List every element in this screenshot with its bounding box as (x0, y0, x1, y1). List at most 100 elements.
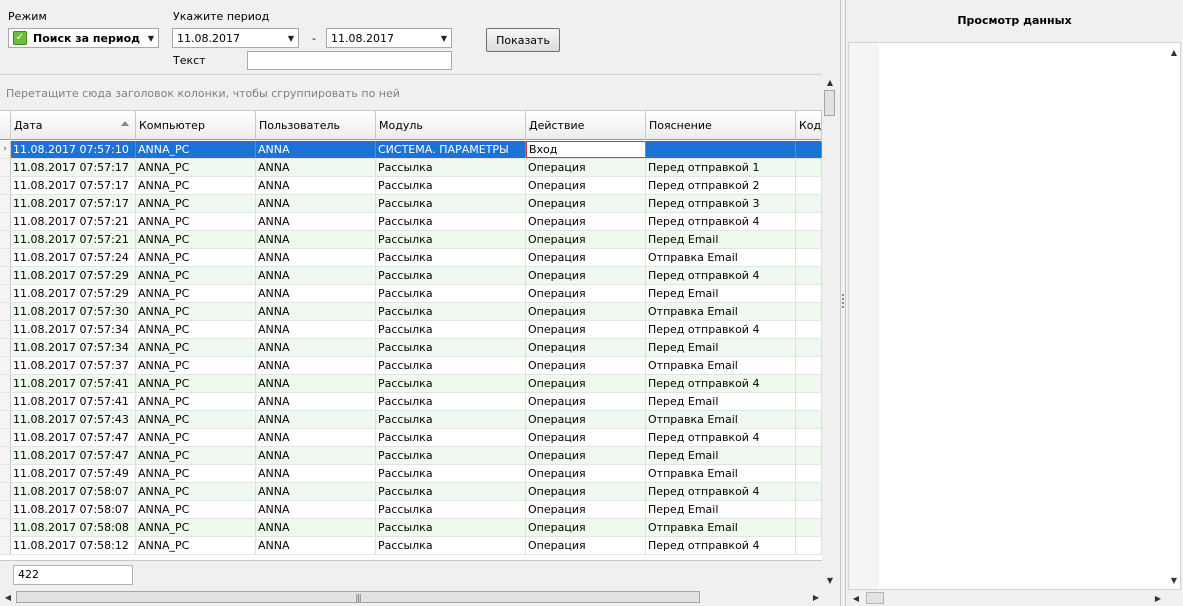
cell-date[interactable]: 11.08.2017 07:57:34 (11, 339, 136, 356)
table-row[interactable]: › 11.08.2017 07:57:10 ANNA_PC ANNA СИСТЕМА. … (0, 141, 822, 159)
cell-code[interactable] (796, 537, 822, 554)
cell-date[interactable]: 11.08.2017 07:57:34 (11, 321, 136, 338)
cell-module[interactable]: Рассылка (376, 267, 526, 284)
table-row[interactable]: 11.08.2017 07:57:43 ANNA_PC ANNA Рассылка Оп… (0, 411, 822, 429)
cell-computer[interactable]: ANNA_PC (136, 411, 256, 428)
cell-code[interactable] (796, 267, 822, 284)
cell-action[interactable]: Операция (526, 321, 646, 338)
cell-note[interactable]: Отправка Email (646, 411, 796, 428)
cell-user[interactable]: ANNA (256, 285, 376, 302)
row-indicator[interactable] (0, 447, 11, 464)
table-row[interactable]: 11.08.2017 07:57:29 ANNA_PC ANNA Рассылка Оп… (0, 285, 822, 303)
cell-user[interactable]: ANNA (256, 249, 376, 266)
cell-computer[interactable]: ANNA_PC (136, 249, 256, 266)
cell-note[interactable]: Перед отправкой 4 (646, 429, 796, 446)
chevron-down-icon[interactable]: ▼ (144, 29, 158, 47)
sort-ascending-icon[interactable] (121, 121, 129, 126)
table-row[interactable]: 11.08.2017 07:57:34 ANNA_PC ANNA Рассылка Оп… (0, 321, 822, 339)
cell-module[interactable]: Рассылка (376, 285, 526, 302)
row-indicator[interactable] (0, 303, 11, 320)
cell-action[interactable]: Операция (526, 537, 646, 554)
cell-action[interactable]: Операция (526, 447, 646, 464)
cell-note[interactable]: Перед Email (646, 393, 796, 410)
cell-date[interactable]: 11.08.2017 07:57:29 (11, 267, 136, 284)
cell-date[interactable]: 11.08.2017 07:57:47 (11, 429, 136, 446)
cell-date[interactable]: 11.08.2017 07:57:21 (11, 231, 136, 248)
table-row[interactable]: 11.08.2017 07:58:07 ANNA_PC ANNA Рассылка Оп… (0, 483, 822, 501)
row-indicator[interactable] (0, 339, 11, 356)
cell-code[interactable] (796, 447, 822, 464)
cell-user[interactable]: ANNA (256, 357, 376, 374)
cell-action[interactable]: Операция (526, 501, 646, 518)
cell-user[interactable]: ANNA (256, 339, 376, 356)
cell-action[interactable]: Операция (526, 465, 646, 482)
cell-note[interactable]: Перед Email (646, 501, 796, 518)
cell-note[interactable]: Перед Email (646, 231, 796, 248)
preview-horizontal-scrollbar[interactable]: ◀ ▶ (848, 590, 1166, 606)
row-indicator[interactable] (0, 393, 11, 410)
column-header-note[interactable]: Пояснение (646, 111, 796, 140)
cell-computer[interactable]: ANNA_PC (136, 231, 256, 248)
group-by-panel[interactable]: Перетащите сюда заголовок колонки, чтобы… (0, 74, 822, 110)
cell-note[interactable] (646, 141, 796, 158)
cell-date[interactable]: 11.08.2017 07:57:49 (11, 465, 136, 482)
row-indicator[interactable] (0, 357, 11, 374)
cell-action[interactable]: Операция (526, 429, 646, 446)
row-indicator[interactable] (0, 249, 11, 266)
cell-date[interactable]: 11.08.2017 07:57:24 (11, 249, 136, 266)
cell-code[interactable] (796, 195, 822, 212)
row-indicator[interactable] (0, 321, 11, 338)
cell-note[interactable]: Отправка Email (646, 465, 796, 482)
cell-user[interactable]: ANNA (256, 447, 376, 464)
table-row[interactable]: 11.08.2017 07:57:30 ANNA_PC ANNA Рассылка Оп… (0, 303, 822, 321)
cell-computer[interactable]: ANNA_PC (136, 429, 256, 446)
scroll-right-icon[interactable]: ▶ (1150, 590, 1166, 606)
cell-action[interactable]: Операция (526, 375, 646, 392)
cell-user[interactable]: ANNA (256, 411, 376, 428)
cell-module[interactable]: Рассылка (376, 375, 526, 392)
cell-computer[interactable]: ANNA_PC (136, 357, 256, 374)
cell-code[interactable] (796, 177, 822, 194)
cell-note[interactable]: Отправка Email (646, 357, 796, 374)
row-indicator[interactable] (0, 501, 11, 518)
cell-note[interactable]: Перед отправкой 4 (646, 375, 796, 392)
cell-module[interactable]: Рассылка (376, 303, 526, 320)
chevron-down-icon[interactable]: ▼ (437, 29, 451, 47)
cell-action[interactable]: Операция (526, 213, 646, 230)
cell-user[interactable]: ANNA (256, 195, 376, 212)
cell-user[interactable]: ANNA (256, 213, 376, 230)
cell-computer[interactable]: ANNA_PC (136, 375, 256, 392)
cell-date[interactable]: 11.08.2017 07:57:41 (11, 393, 136, 410)
cell-module[interactable]: Рассылка (376, 465, 526, 482)
cell-action[interactable]: Операция (526, 393, 646, 410)
cell-user[interactable]: ANNA (256, 231, 376, 248)
cell-user[interactable]: ANNA (256, 141, 376, 158)
cell-module[interactable]: Рассылка (376, 339, 526, 356)
scroll-left-icon[interactable]: ◀ (0, 589, 16, 605)
table-row[interactable]: 11.08.2017 07:57:17 ANNA_PC ANNA Рассылка Оп… (0, 159, 822, 177)
cell-code[interactable] (796, 249, 822, 266)
cell-code[interactable] (796, 393, 822, 410)
cell-computer[interactable]: ANNA_PC (136, 519, 256, 536)
cell-computer[interactable]: ANNA_PC (136, 141, 256, 158)
table-row[interactable]: 11.08.2017 07:58:12 ANNA_PC ANNA Рассылка Оп… (0, 537, 822, 555)
cell-computer[interactable]: ANNA_PC (136, 159, 256, 176)
scroll-left-icon[interactable]: ◀ (848, 590, 864, 606)
cell-note[interactable]: Перед Email (646, 285, 796, 302)
cell-module[interactable]: Рассылка (376, 195, 526, 212)
cell-action[interactable]: Операция (526, 267, 646, 284)
cell-module[interactable]: Рассылка (376, 213, 526, 230)
chevron-down-icon[interactable]: ▼ (284, 29, 298, 47)
cell-user[interactable]: ANNA (256, 177, 376, 194)
cell-code[interactable] (796, 303, 822, 320)
row-indicator[interactable] (0, 213, 11, 230)
cell-code[interactable] (796, 483, 822, 500)
cell-code[interactable] (796, 285, 822, 302)
cell-date[interactable]: 11.08.2017 07:57:41 (11, 375, 136, 392)
row-indicator[interactable] (0, 411, 11, 428)
cell-code[interactable] (796, 501, 822, 518)
cell-action[interactable]: Операция (526, 177, 646, 194)
cell-date[interactable]: 11.08.2017 07:58:07 (11, 483, 136, 500)
scroll-down-icon[interactable]: ▼ (1166, 572, 1182, 588)
cell-module[interactable]: Рассылка (376, 501, 526, 518)
